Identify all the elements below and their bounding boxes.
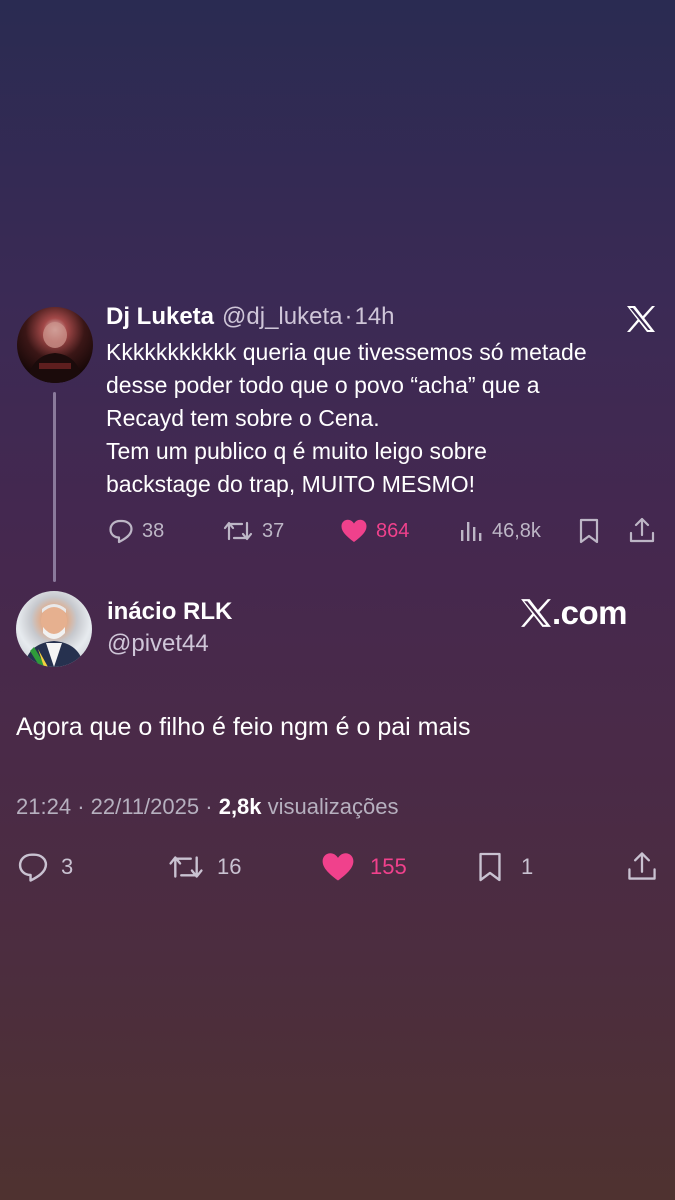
repost-count: 37 bbox=[262, 519, 285, 542]
reply-action[interactable]: 38 bbox=[108, 518, 164, 544]
tweet2-text: Agora que o filho é feio ngm é o pai mai… bbox=[16, 713, 471, 741]
tweet1-text: Kkkkkkkkkkk queria que tivessemos só met… bbox=[106, 339, 587, 497]
reply-icon bbox=[18, 853, 48, 882]
share-icon[interactable] bbox=[628, 516, 656, 544]
avatar-dj-luketa[interactable] bbox=[17, 307, 93, 383]
author-handle[interactable]: @pivet44 bbox=[107, 630, 209, 658]
repost-icon bbox=[223, 521, 253, 541]
heart-icon bbox=[341, 519, 367, 542]
reply-action[interactable]: 3 bbox=[17, 851, 73, 883]
like-count: 155 bbox=[370, 854, 407, 879]
xcom-text: .com bbox=[552, 594, 628, 631]
xcom-watermark: .com bbox=[520, 594, 628, 632]
share-icon[interactable] bbox=[626, 849, 658, 883]
x-logo-icon bbox=[521, 599, 551, 627]
repost-icon bbox=[169, 856, 203, 878]
reply-count: 3 bbox=[61, 854, 74, 879]
repost-action[interactable]: 37 bbox=[222, 518, 284, 544]
x-logo-icon[interactable] bbox=[626, 305, 656, 333]
separator-dot: · bbox=[205, 794, 213, 819]
repost-count: 16 bbox=[217, 854, 242, 879]
avatar-inacio-rlk[interactable] bbox=[16, 591, 92, 667]
tweet-time[interactable]: 14h bbox=[354, 303, 394, 331]
author-handle[interactable]: @dj_luketa bbox=[222, 303, 342, 331]
heart-icon bbox=[322, 853, 354, 881]
views-count: 46,8k bbox=[492, 519, 541, 542]
like-action[interactable]: 864 bbox=[340, 518, 409, 544]
separator-dot: · bbox=[344, 303, 353, 330]
bookmark-icon[interactable] bbox=[578, 518, 600, 544]
author-name[interactable]: Dj Luketa bbox=[106, 303, 214, 331]
thread-connector-line bbox=[53, 392, 56, 582]
like-count: 864 bbox=[376, 519, 410, 542]
tweet1-header: Dj Luketa @dj_luketa · 14h bbox=[106, 303, 395, 331]
separator-dot: · bbox=[77, 794, 85, 819]
like-action[interactable]: 155 bbox=[320, 851, 407, 883]
reply-count: 38 bbox=[142, 519, 165, 542]
author-name[interactable]: inácio RLK bbox=[107, 598, 232, 626]
repost-action[interactable]: 16 bbox=[167, 851, 241, 883]
views-action[interactable]: 46,8k bbox=[458, 518, 541, 544]
tweet-meta: 21:24 · 22/11/2025 · 2,8k visualizações bbox=[16, 794, 399, 820]
tweet-date[interactable]: 22/11/2025 bbox=[91, 794, 199, 819]
bookmark-icon bbox=[479, 852, 501, 882]
bookmark-action[interactable]: 1 bbox=[477, 851, 533, 883]
tweet-time[interactable]: 21:24 bbox=[16, 794, 71, 819]
views-count: 2,8k bbox=[218, 794, 262, 819]
reply-icon bbox=[109, 519, 133, 544]
bookmark-count: 1 bbox=[521, 854, 534, 879]
views-label: visualizações bbox=[267, 794, 399, 819]
views-bar-icon bbox=[461, 522, 482, 541]
